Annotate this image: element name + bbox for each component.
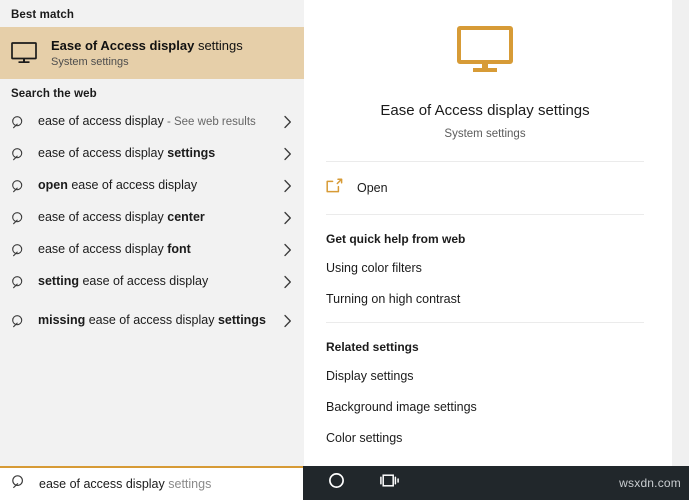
detail-scrollbar[interactable] (672, 0, 689, 466)
web-suggestion-label: open ease of access display (38, 177, 269, 195)
best-match-title-bold: Ease of Access display (51, 37, 195, 53)
best-match-title-regular: settings (194, 37, 243, 53)
best-match-result[interactable]: Ease of Access display settings System s… (0, 27, 304, 79)
sugg-bold-prefix: setting (38, 274, 83, 288)
search-icon (9, 145, 27, 163)
best-match-header: Best match (11, 9, 74, 21)
web-suggestion-row[interactable]: ease of access display font (0, 234, 304, 266)
sugg-regular: ease of access display (38, 114, 164, 128)
sugg-regular: ease of access display (38, 242, 168, 256)
quick-help-link[interactable]: Using color filters (326, 260, 666, 277)
quick-help-link[interactable]: Turning on high contrast (326, 291, 666, 308)
chevron-right-icon (280, 211, 294, 225)
best-match-subtitle: System settings (51, 55, 129, 68)
windows-search-flyout: Best match Ease of Access display settin… (0, 0, 689, 466)
chevron-right-icon (280, 243, 294, 257)
sugg-regular: ease of access display (88, 313, 218, 327)
chevron-right-icon (280, 275, 294, 289)
related-settings-link[interactable]: Color settings (326, 430, 666, 447)
search-results-column: Best match Ease of Access display settin… (0, 0, 304, 466)
web-suggestion-label: ease of access display center (38, 209, 269, 227)
monitor-icon (8, 37, 40, 69)
search-icon (9, 209, 27, 227)
search-flyout-screen: Best match Ease of Access display settin… (0, 0, 689, 500)
chevron-right-icon (280, 115, 294, 129)
web-suggestion-row[interactable]: open ease of access display (0, 170, 304, 202)
sugg-bold-tail: settings (217, 313, 266, 327)
web-suggestion-label: missing ease of access display settings (38, 312, 269, 330)
chevron-right-icon (280, 147, 294, 161)
quick-help-title: Get quick help from web (326, 232, 466, 246)
cortana-button[interactable] (321, 466, 351, 500)
monitor-icon (457, 26, 513, 79)
site-watermark: wsxdn.com (619, 476, 681, 490)
sugg-bold-tail: settings (167, 146, 216, 160)
cortana-circle-icon (328, 472, 345, 494)
taskbar-search-box[interactable]: ease of access display settings (0, 466, 303, 500)
search-icon (9, 113, 27, 131)
detail-hero-inner: Ease of Access display settings System s… (304, 0, 666, 142)
chevron-right-icon (280, 314, 294, 328)
web-suggestion-row[interactable]: ease of access display - See web results (0, 106, 304, 138)
detail-content: Ease of Access display settings System s… (304, 0, 666, 466)
web-suggestion-row[interactable]: setting ease of access display (0, 266, 304, 298)
sugg-regular: ease of access display (71, 178, 198, 192)
search-query-value: ease of access display (39, 477, 165, 491)
related-settings-section: Related settings Display settings Backgr… (304, 323, 666, 461)
detail-subtitle: System settings (444, 128, 526, 140)
related-settings-title: Related settings (326, 340, 419, 354)
sugg-bold-tail: center (167, 210, 205, 224)
task-view-icon (379, 472, 401, 494)
open-external-icon (326, 178, 343, 198)
detail-title: Ease of Access display settings (380, 102, 590, 119)
search-the-web-header: Search the web (11, 88, 97, 100)
web-suggestions-list: ease of access display - See web results (0, 106, 304, 344)
web-suggestion-label: ease of access display - See web results (38, 113, 269, 131)
web-suggestion-label: ease of access display font (38, 241, 269, 259)
best-match-title: Ease of Access display settings (51, 38, 243, 54)
web-suggestion-row[interactable]: ease of access display settings (0, 138, 304, 170)
web-suggestion-label: ease of access display settings (38, 145, 269, 163)
sugg-bold-tail: font (167, 242, 191, 256)
sugg-suffix: - See web results (163, 116, 256, 128)
web-suggestion-row[interactable]: ease of access display center (0, 202, 304, 234)
task-view-button[interactable] (375, 466, 405, 500)
open-action-row[interactable]: Open (304, 162, 666, 214)
detail-hero: Ease of Access display settings System s… (304, 0, 666, 161)
web-suggestion-label: setting ease of access display (38, 273, 269, 291)
sugg-regular: ease of access display (82, 274, 209, 288)
search-icon (9, 312, 27, 330)
detail-preview-panel: Ease of Access display settings System s… (304, 0, 689, 466)
related-settings-link[interactable]: Display settings (326, 368, 666, 385)
best-match-text: Ease of Access display settings System s… (51, 38, 243, 69)
chevron-right-icon (280, 179, 294, 193)
sugg-bold-prefix: missing (38, 313, 89, 327)
sugg-regular: ease of access display (38, 146, 168, 160)
search-input-text: ease of access display settings (39, 477, 211, 491)
search-icon (9, 273, 27, 291)
sugg-bold-prefix: open (38, 178, 72, 192)
search-autocomplete-ghost: settings (164, 477, 212, 491)
web-suggestion-row[interactable]: missing ease of access display settings (0, 298, 304, 344)
search-icon (9, 241, 27, 259)
taskbar: ease of access display settings wsxdn.co… (0, 466, 689, 500)
open-action-label: Open (357, 181, 388, 195)
taskbar-buttons (303, 466, 405, 500)
sugg-regular: ease of access display (38, 210, 168, 224)
search-icon (11, 474, 27, 495)
quick-help-section: Get quick help from web Using color filt… (304, 215, 666, 322)
search-icon (9, 177, 27, 195)
related-settings-link[interactable]: Background image settings (326, 399, 666, 416)
